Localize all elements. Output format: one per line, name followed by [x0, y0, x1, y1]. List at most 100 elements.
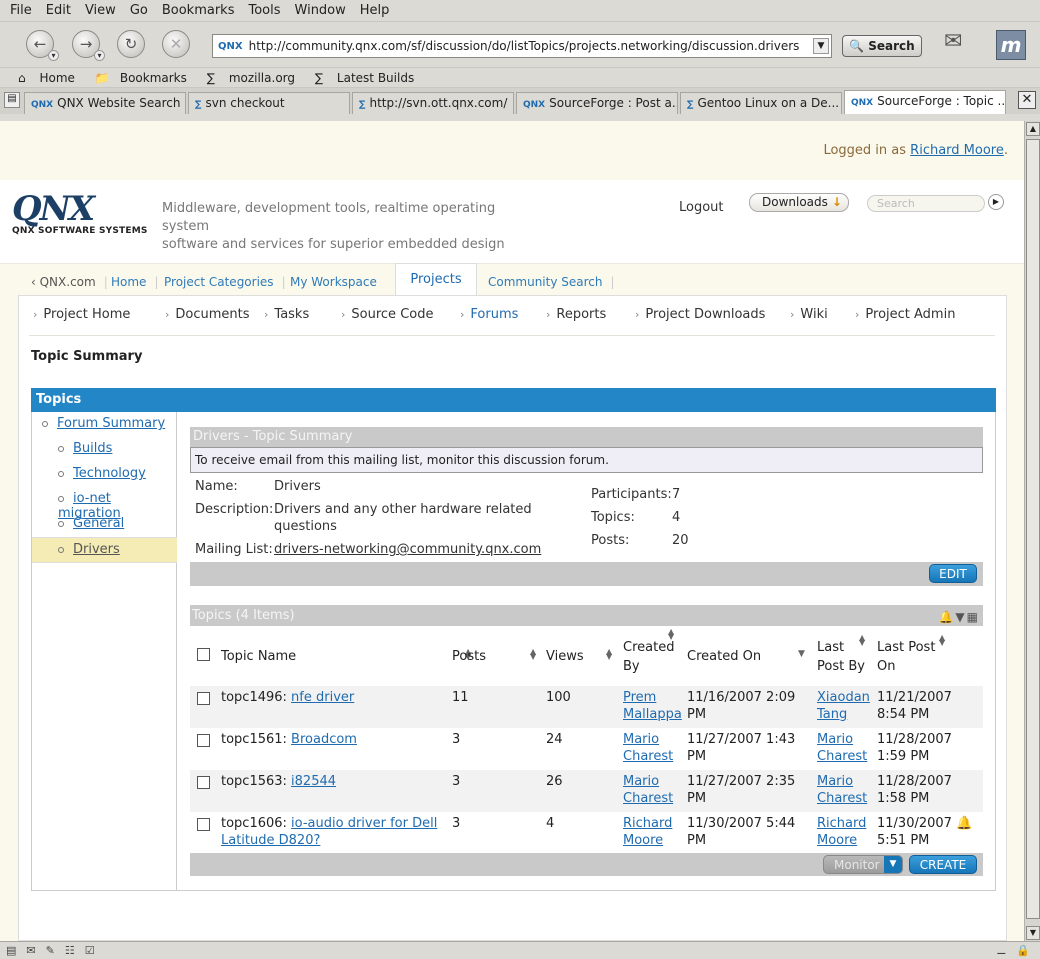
select-all-checkbox[interactable] — [197, 648, 210, 661]
header-last-post-on[interactable]: Last Post On ▲ ▼ — [877, 627, 983, 686]
forum-link[interactable]: Builds — [73, 441, 112, 456]
subnav-project-downloads[interactable]: Project Downloads — [635, 307, 765, 322]
mozilla-throbber-icon[interactable]: m — [996, 30, 1026, 60]
forum-link[interactable]: Technology — [73, 466, 146, 481]
forum-item[interactable]: Forum Summary — [42, 416, 165, 431]
subnav-reports[interactable]: Reports — [546, 307, 606, 322]
sort-icon[interactable]: ▲ ▼ — [530, 648, 536, 661]
user-link[interactable]: Mario — [817, 732, 853, 747]
subnav-wiki[interactable]: Wiki — [790, 307, 827, 322]
user-link[interactable]: Mario — [817, 774, 853, 789]
composer-icon[interactable]: ✎ — [46, 944, 55, 957]
user-link[interactable]: Charest — [623, 791, 673, 806]
mail-icon[interactable]: ✉ — [944, 29, 978, 59]
tab-qnx-com[interactable]: ‹ QNX.com | — [31, 275, 108, 289]
topic-link[interactable]: Broadcom — [291, 732, 357, 747]
user-link[interactable]: Mallappa — [623, 707, 682, 722]
stop-button[interactable]: ✕ — [162, 30, 190, 58]
sort-icon[interactable]: ▲ ▼ — [668, 628, 674, 641]
header-posts[interactable]: Posts ▲ ▼ — [452, 627, 546, 686]
browser-tab[interactable]: QNX SourceForge : Post a... — [516, 92, 678, 114]
menu-window[interactable]: Window — [295, 3, 346, 18]
mail-status-icon[interactable]: ✉ — [26, 944, 35, 957]
back-button[interactable]: ← ▾ — [26, 30, 59, 61]
mailing-list-link[interactable]: drivers-networking@community.qnx.com — [274, 542, 541, 557]
tab-home[interactable]: Home | — [111, 275, 158, 289]
user-link[interactable]: Richard — [817, 816, 866, 831]
forum-link[interactable]: Forum Summary — [57, 416, 165, 431]
dropdown-icon[interactable]: ▾ — [48, 50, 59, 61]
filter-icon[interactable]: ▼ — [955, 610, 966, 624]
monitored-bell-icon[interactable]: 🔔 — [956, 816, 972, 831]
logout-link[interactable]: Logout — [679, 200, 724, 215]
table-config-icon[interactable]: ▦ — [967, 610, 980, 624]
create-button[interactable]: CREATE — [909, 855, 977, 874]
tab-community-search[interactable]: Community Search | — [488, 275, 615, 289]
subnav-documents[interactable]: Documents — [165, 307, 249, 322]
chevron-down-icon[interactable]: ▼ — [884, 856, 902, 873]
scroll-down-icon[interactable]: ▼ — [1026, 926, 1040, 940]
irc-icon[interactable]: ☑ — [85, 944, 95, 957]
topic-link[interactable]: i82544 — [291, 774, 336, 789]
forward-button[interactable]: → ▾ — [72, 30, 105, 61]
monitor-bell-icon[interactable]: 🔔 — [938, 610, 955, 624]
menu-bookmarks[interactable]: Bookmarks — [162, 3, 235, 18]
home-bookmark[interactable]: ⌂ Home — [18, 71, 85, 85]
qnx-logo[interactable]: QNX QNX SOFTWARE SYSTEMS — [12, 192, 148, 236]
address-book-icon[interactable]: ☷ — [65, 944, 75, 957]
menu-go[interactable]: Go — [130, 3, 148, 18]
user-link[interactable]: Xiaodan — [817, 690, 870, 705]
user-link[interactable]: Charest — [817, 749, 867, 764]
user-link[interactable]: Charest — [623, 749, 673, 764]
search-button[interactable]: 🔍 Search — [842, 35, 922, 57]
browser-tab[interactable]: ∑ http://svn.ott.qnx.com/ — [352, 92, 514, 114]
navigator-icon[interactable]: ▤ — [6, 944, 16, 957]
menu-edit[interactable]: Edit — [46, 3, 71, 18]
search-go-icon[interactable]: ▶ — [988, 194, 1004, 210]
row-checkbox[interactable] — [197, 818, 210, 831]
user-link[interactable]: Mario — [623, 732, 659, 747]
user-link[interactable]: Charest — [817, 791, 867, 806]
subnav-source-code[interactable]: Source Code — [341, 307, 433, 322]
edit-button[interactable]: EDIT — [929, 564, 977, 583]
subnav-forums[interactable]: Forums — [460, 307, 518, 322]
bookmarks-folder[interactable]: 📁 Bookmarks — [95, 71, 197, 85]
forum-item[interactable]: General — [58, 516, 124, 531]
menu-help[interactable]: Help — [360, 3, 390, 18]
tab-my-workspace[interactable]: My Workspace — [290, 275, 377, 289]
forum-link[interactable]: General — [73, 516, 124, 531]
subnav-project-home[interactable]: Project Home — [33, 307, 130, 322]
header-created-on[interactable]: Created On ▼ — [687, 627, 817, 686]
url-text[interactable]: http://community.qnx.com/sf/discussion/d… — [249, 39, 800, 53]
scroll-up-icon[interactable]: ▲ — [1026, 122, 1040, 136]
forum-item[interactable]: Technology — [58, 466, 146, 481]
browser-tab[interactable]: QNX QNX Website Search — [24, 92, 186, 114]
user-link[interactable]: Richard — [623, 816, 672, 831]
subnav-project-admin[interactable]: Project Admin — [855, 307, 955, 322]
new-tab-icon[interactable]: ▤ — [4, 92, 20, 108]
header-topic-name[interactable]: Topic Name ▲ ▼ — [221, 627, 471, 686]
topic-link[interactable]: nfe driver — [291, 690, 354, 705]
downloads-button[interactable]: Downloads ↓ — [749, 193, 849, 212]
site-search-input[interactable]: Search — [867, 195, 985, 212]
row-checkbox[interactable] — [197, 692, 210, 705]
monitor-button[interactable]: Monitor ▼ — [823, 855, 903, 874]
browser-tab[interactable]: ∑ Gentoo Linux on a De... — [680, 92, 842, 114]
dropdown-icon[interactable]: ▾ — [94, 50, 105, 61]
user-link[interactable]: Mario — [623, 774, 659, 789]
subnav-tasks[interactable]: Tasks — [264, 307, 309, 322]
header-last-post-by[interactable]: Last Post By ▲ ▼ — [817, 627, 877, 686]
sort-icon[interactable]: ▲ ▼ — [606, 648, 612, 661]
menu-tools[interactable]: Tools — [248, 3, 280, 18]
forum-item-drivers[interactable]: Drivers — [58, 542, 120, 557]
sort-desc-icon[interactable]: ▼ — [798, 650, 805, 659]
latest-builds-bookmark[interactable]: ∑ Latest Builds — [315, 71, 424, 85]
header-created-by[interactable]: Created By ▲ ▼ — [623, 627, 687, 686]
vertical-scrollbar[interactable]: ▲ ▼ — [1024, 121, 1040, 941]
browser-tab[interactable]: ∑ svn checkout — [188, 92, 350, 114]
logged-in-user-link[interactable]: Richard Moore — [910, 143, 1004, 158]
user-link[interactable]: Moore — [623, 833, 663, 848]
close-tab-icon[interactable]: ✕ — [1018, 91, 1036, 109]
mozilla-bookmark[interactable]: ∑ mozilla.org — [207, 71, 305, 85]
forum-link[interactable]: Drivers — [73, 542, 120, 557]
